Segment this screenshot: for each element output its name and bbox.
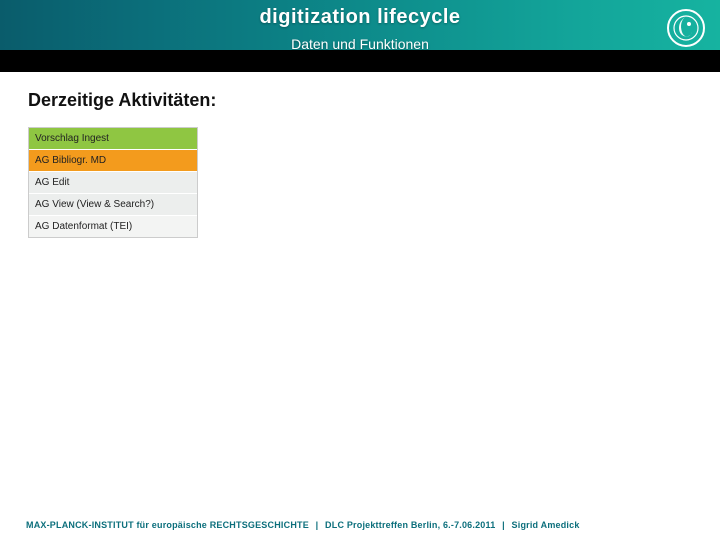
activity-list: Vorschlag IngestAG Bibliogr. MDAG EditAG… <box>28 127 198 238</box>
activity-item: AG Datenformat (TEI) <box>29 215 197 237</box>
minerva-logo-icon <box>666 8 706 48</box>
activity-item: AG Bibliogr. MD <box>29 149 197 171</box>
slide-header: digitization lifecycle Daten und Funktio… <box>0 0 720 72</box>
footer-sep-1: | <box>312 520 323 530</box>
slide-title: digitization lifecycle <box>0 6 720 29</box>
footer-event: DLC Projekttreffen Berlin, 6.-7.06.2011 <box>325 520 495 530</box>
header-black-band <box>0 50 720 72</box>
activity-item: AG View (View & Search?) <box>29 193 197 215</box>
activity-item: AG Edit <box>29 171 197 193</box>
slide-body: Derzeitige Aktivitäten: Vorschlag Ingest… <box>0 72 720 238</box>
footer-author: Sigrid Amedick <box>512 520 580 530</box>
slide-footer: MAX-PLANCK-INSTITUT für europäische RECH… <box>0 520 720 530</box>
footer-org: MAX-PLANCK-INSTITUT für europäische RECH… <box>26 520 309 530</box>
footer-sep-2: | <box>498 520 509 530</box>
activity-item: Vorschlag Ingest <box>29 128 197 149</box>
section-heading: Derzeitige Aktivitäten: <box>28 90 692 111</box>
